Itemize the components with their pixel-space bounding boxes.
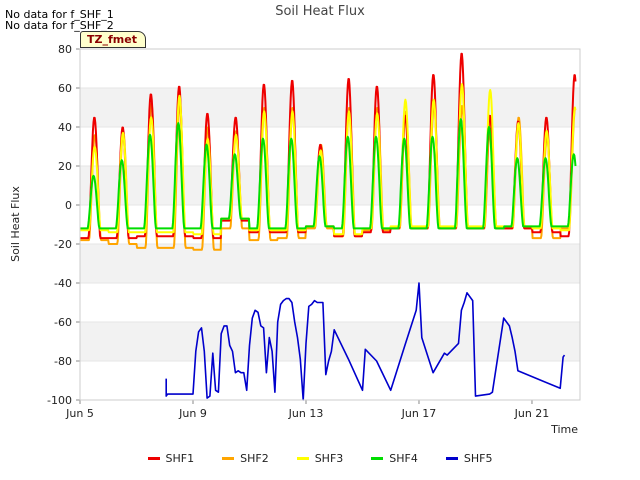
legend-item-shf3: SHF3 [296,452,344,465]
y-tick-label: -80 [54,355,72,368]
y-tick-label: 40 [58,121,72,134]
legend-item-shf2: SHF2 [222,452,269,465]
legend-swatch-shf1 [147,457,160,460]
x-tick-label: Jun 17 [401,407,437,420]
legend-item-shf4: SHF4 [371,452,418,465]
y-tick-label: 80 [58,43,72,56]
legend-label-shf4: SHF4 [389,452,418,465]
grid-band-2 [80,244,580,283]
x-tick-label: Jun 21 [514,407,550,420]
x-tick-label: Jun 9 [178,407,207,420]
legend-label-shf5: SHF5 [463,452,493,465]
y-tick-label: -40 [54,277,72,290]
y-tick-label: -60 [54,316,72,329]
chart-title: Soil Heat Flux [275,4,365,19]
y-tick-label: 60 [58,82,72,95]
y-axis-label: Soil Heat Flux [9,186,22,262]
y-tick-label: 0 [65,199,72,212]
x-axis-label: Time [550,423,578,436]
site-badge: TZ_fmet [80,31,146,48]
legend-swatch-shf3 [296,457,309,460]
grid-band-0 [80,88,580,127]
y-tick-label: 20 [58,160,72,173]
legend-item-shf5: SHF5 [445,452,493,465]
legend-label-shf3: SHF3 [314,452,344,465]
y-tick-label: -100 [47,394,72,407]
legend-swatch-shf5 [445,457,458,460]
x-ticks: Jun 5 Jun 9 Jun 13 Jun 17 Jun 21 [65,400,549,420]
chart: Soil Heat Flux Soil Heat Flux Time -100 -… [9,4,581,436]
legend-item-shf1: SHF1 [147,452,195,465]
x-tick-label: Jun 13 [288,407,324,420]
legend-label-shf2: SHF2 [240,452,269,465]
legend-swatch-shf2 [222,457,235,460]
y-tick-label: -20 [54,238,72,251]
legend: SHF1 SHF2 SHF3 SHF4 SHF5 [0,452,640,465]
legend-swatch-shf4 [371,457,384,460]
legend-label-shf1: SHF1 [165,452,195,465]
x-tick-label: Jun 5 [65,407,94,420]
